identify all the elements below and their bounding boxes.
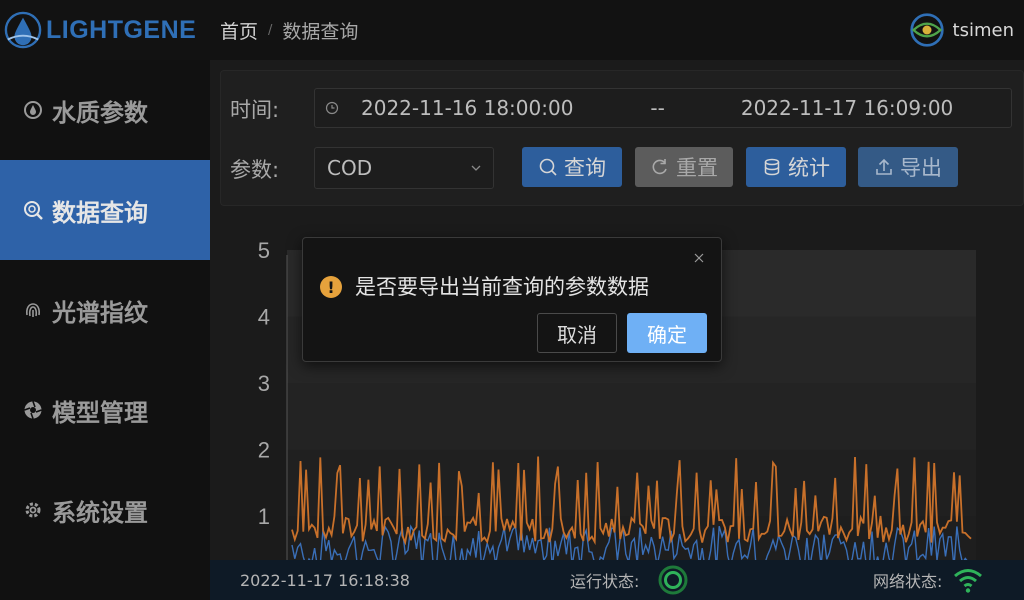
param-select[interactable]: COD [314, 147, 494, 189]
database-icon [764, 158, 780, 176]
sidebar-item-data-query[interactable]: 数据查询 [0, 160, 210, 260]
y-tick-label: 4 [258, 305, 270, 330]
sidebar-item-label: 光谱指纹 [52, 298, 148, 327]
stats-button[interactable]: 统计 [746, 147, 846, 187]
sidebar-item-model-management[interactable]: 模型管理 [0, 360, 210, 460]
aperture-icon [22, 399, 44, 421]
query-button-label: 查询 [564, 156, 606, 180]
stats-button-label: 统计 [788, 156, 830, 180]
network-status-label: 网络状态: [873, 572, 943, 591]
chevron-down-icon [471, 165, 481, 171]
y-tick-label: 5 [258, 238, 270, 263]
status-bar: 2022-11-17 16:18:38 运行状态: 网络状态: [210, 560, 1024, 600]
search-icon [539, 158, 557, 176]
range-separator: -- [650, 96, 665, 120]
sidebar-item-label: 数据查询 [52, 198, 148, 227]
export-button-label: 导出 [900, 156, 942, 180]
query-button[interactable]: 查询 [522, 147, 622, 187]
sidebar-item-label: 模型管理 [52, 398, 148, 427]
breadcrumb-current: 数据查询 [282, 20, 359, 43]
gear-icon [22, 499, 44, 521]
param-label: 参数: [230, 158, 280, 182]
date-range-picker[interactable]: 2022-11-16 18:00:00 -- 2022-11-17 16:09:… [314, 88, 1012, 128]
close-icon[interactable] [693, 252, 705, 264]
start-time-input[interactable]: 2022-11-16 18:00:00 [361, 96, 573, 120]
sidebar-item-label: 水质参数 [52, 98, 148, 127]
breadcrumb: 首页 / 数据查询 [220, 0, 358, 60]
chart-grid-band [287, 449, 976, 516]
search-icon [22, 199, 44, 221]
end-time-input[interactable]: 2022-11-17 16:09:00 [741, 96, 953, 120]
sidebar-item-spectral-fingerprint[interactable]: 光谱指纹 [0, 260, 210, 360]
dialog-message: 是否要导出当前查询的参数数据 [355, 275, 649, 299]
sidebar-item-label: 系统设置 [52, 498, 148, 527]
eye-logo-icon [909, 13, 944, 47]
refresh-icon [652, 159, 667, 175]
fingerprint-icon [22, 299, 44, 321]
run-status: 运行状态: [570, 564, 689, 596]
brand-name: LIGHTGENE [46, 15, 197, 44]
sidebar-item-water-quality[interactable]: 水质参数 [0, 60, 210, 160]
y-tick-label: 1 [258, 504, 270, 529]
running-status-icon [658, 565, 688, 595]
y-axis-ticks: 5 4 3 2 1 [258, 238, 270, 529]
warning-icon: ! [320, 276, 342, 298]
chart-grid-band [287, 383, 976, 450]
user-menu[interactable]: tsimen [909, 0, 1014, 60]
top-bar: LIGHTGENE 首页 / 数据查询 tsimen [0, 0, 1024, 60]
reset-button-label: 重置 [676, 156, 718, 180]
cancel-button[interactable]: 取消 [537, 313, 617, 353]
param-select-value: COD [327, 156, 373, 180]
wifi-icon [954, 569, 983, 593]
y-tick-label: 3 [258, 371, 270, 396]
breadcrumb-home[interactable]: 首页 [220, 17, 258, 44]
sidebar-item-system-settings[interactable]: 系统设置 [0, 460, 210, 560]
app-logo: LIGHTGENE [0, 0, 210, 60]
export-confirm-dialog: ! 是否要导出当前查询的参数数据 取消 确定 [302, 237, 722, 362]
run-status-label: 运行状态: [570, 572, 640, 591]
network-status: 网络状态: [873, 566, 984, 594]
y-tick-label: 2 [258, 438, 270, 463]
lightgene-logo-icon [4, 11, 42, 49]
user-name: tsimen [952, 19, 1014, 41]
export-button[interactable]: 导出 [858, 147, 958, 187]
sidebar: 水质参数 数据查询 光谱指纹 模型管理 系统设置 [0, 60, 210, 600]
breadcrumb-separator: / [268, 22, 273, 38]
filter-panel: 时间: 2022-11-16 18:00:00 -- 2022-11-17 16… [220, 70, 1024, 206]
reset-button[interactable]: 重置 [635, 147, 733, 187]
time-label: 时间: [230, 98, 280, 122]
water-drop-icon [22, 99, 44, 121]
upload-icon [876, 158, 892, 175]
status-timestamp: 2022-11-17 16:18:38 [240, 570, 410, 590]
confirm-button[interactable]: 确定 [627, 313, 707, 353]
clock-icon [325, 101, 339, 115]
